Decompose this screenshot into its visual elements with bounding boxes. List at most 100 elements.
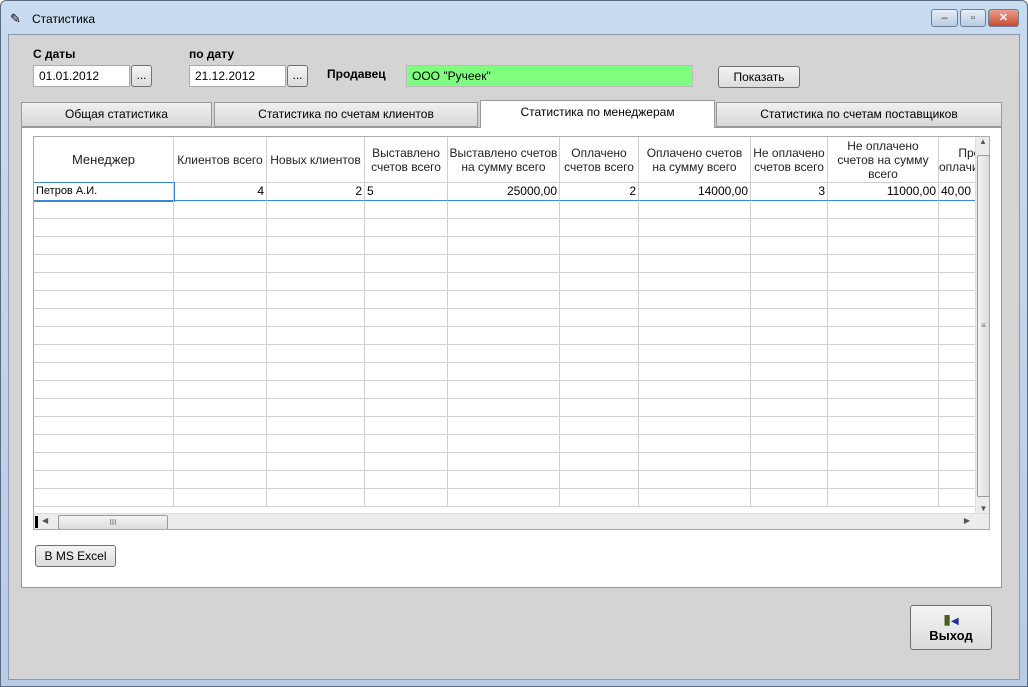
from-date-input[interactable]: 01.01.2012 (33, 65, 130, 87)
empty-cell[interactable] (34, 435, 174, 453)
empty-cell[interactable] (267, 453, 365, 471)
empty-cell[interactable] (939, 489, 976, 507)
to-date-picker-button[interactable]: ... (287, 65, 308, 87)
empty-cell[interactable] (174, 435, 267, 453)
table-cell[interactable]: 11000,00 (828, 183, 939, 201)
empty-cell[interactable] (34, 201, 174, 219)
empty-cell[interactable] (174, 237, 267, 255)
empty-cell[interactable] (939, 237, 976, 255)
empty-cell[interactable] (365, 399, 448, 417)
scroll-up-arrow[interactable]: ▲ (976, 137, 989, 146)
empty-cell[interactable] (267, 471, 365, 489)
empty-cell[interactable] (365, 435, 448, 453)
empty-cell[interactable] (267, 291, 365, 309)
empty-cell[interactable] (639, 219, 751, 237)
empty-cell[interactable] (560, 273, 639, 291)
empty-cell[interactable] (560, 453, 639, 471)
empty-cell[interactable] (751, 345, 828, 363)
empty-cell[interactable] (365, 363, 448, 381)
empty-cell[interactable] (365, 237, 448, 255)
tab-client-invoices[interactable]: Статистика по счетам клиентов (214, 102, 478, 127)
empty-cell[interactable] (448, 363, 560, 381)
empty-cell[interactable] (34, 399, 174, 417)
empty-cell[interactable] (34, 471, 174, 489)
empty-cell[interactable] (751, 237, 828, 255)
empty-cell[interactable] (751, 273, 828, 291)
empty-cell[interactable] (174, 327, 267, 345)
column-header[interactable]: Не оплачено счетов всего (751, 137, 828, 183)
empty-cell[interactable] (448, 237, 560, 255)
empty-cell[interactable] (639, 471, 751, 489)
empty-cell[interactable] (267, 237, 365, 255)
empty-cell[interactable] (448, 381, 560, 399)
empty-cell[interactable] (639, 273, 751, 291)
column-header[interactable]: Выставлено счетов на сумму всего (448, 137, 560, 183)
empty-cell[interactable] (448, 399, 560, 417)
empty-cell[interactable] (174, 309, 267, 327)
empty-cell[interactable] (639, 417, 751, 435)
empty-cell[interactable] (267, 399, 365, 417)
empty-cell[interactable] (828, 345, 939, 363)
empty-cell[interactable] (34, 381, 174, 399)
empty-cell[interactable] (34, 309, 174, 327)
empty-cell[interactable] (639, 363, 751, 381)
empty-cell[interactable] (34, 327, 174, 345)
empty-cell[interactable] (267, 201, 365, 219)
empty-cell[interactable] (34, 255, 174, 273)
empty-cell[interactable] (174, 489, 267, 507)
column-header[interactable]: Выставлено счетов всего (365, 137, 448, 183)
scroll-right-arrow[interactable]: ▶ (964, 516, 970, 525)
empty-cell[interactable] (365, 381, 448, 399)
empty-cell[interactable] (939, 381, 976, 399)
empty-cell[interactable] (939, 417, 976, 435)
empty-cell[interactable] (448, 255, 560, 273)
empty-cell[interactable] (828, 381, 939, 399)
empty-cell[interactable] (448, 435, 560, 453)
empty-cell[interactable] (751, 399, 828, 417)
show-button[interactable]: Показать (718, 66, 800, 88)
empty-cell[interactable] (560, 381, 639, 399)
empty-cell[interactable] (560, 489, 639, 507)
empty-cell[interactable] (639, 255, 751, 273)
empty-cell[interactable] (560, 309, 639, 327)
table-cell[interactable]: 4 (174, 183, 267, 201)
empty-cell[interactable] (939, 327, 976, 345)
empty-cell[interactable] (267, 381, 365, 399)
empty-cell[interactable] (939, 201, 976, 219)
empty-cell[interactable] (560, 363, 639, 381)
empty-cell[interactable] (751, 489, 828, 507)
empty-cell[interactable] (560, 201, 639, 219)
empty-cell[interactable] (560, 327, 639, 345)
table-cell[interactable]: 2 (560, 183, 639, 201)
column-header[interactable]: Оплачено счетов всего (560, 137, 639, 183)
column-header[interactable]: Менеджер (34, 137, 174, 183)
empty-cell[interactable] (365, 471, 448, 489)
empty-cell[interactable] (751, 255, 828, 273)
empty-cell[interactable] (560, 219, 639, 237)
empty-cell[interactable] (34, 291, 174, 309)
empty-cell[interactable] (828, 237, 939, 255)
empty-cell[interactable] (267, 345, 365, 363)
empty-cell[interactable] (560, 291, 639, 309)
empty-cell[interactable] (365, 345, 448, 363)
empty-cell[interactable] (639, 435, 751, 453)
empty-cell[interactable] (365, 327, 448, 345)
h-scroll-thumb[interactable]: III (58, 515, 168, 529)
empty-cell[interactable] (639, 453, 751, 471)
export-excel-button[interactable]: В MS Excel (35, 545, 116, 567)
empty-cell[interactable] (751, 327, 828, 345)
empty-cell[interactable] (448, 219, 560, 237)
empty-cell[interactable] (174, 381, 267, 399)
empty-cell[interactable] (939, 273, 976, 291)
empty-cell[interactable] (828, 309, 939, 327)
empty-cell[interactable] (639, 327, 751, 345)
tab-supplier-invoices[interactable]: Статистика по счетам поставщиков (716, 102, 1002, 127)
empty-cell[interactable] (174, 273, 267, 291)
tab-general[interactable]: Общая статистика (21, 102, 212, 127)
empty-cell[interactable] (174, 201, 267, 219)
column-header[interactable]: Клиентов всего (174, 137, 267, 183)
empty-cell[interactable] (267, 273, 365, 291)
empty-cell[interactable] (365, 255, 448, 273)
to-date-input[interactable]: 21.12.2012 (189, 65, 286, 87)
empty-cell[interactable] (365, 291, 448, 309)
